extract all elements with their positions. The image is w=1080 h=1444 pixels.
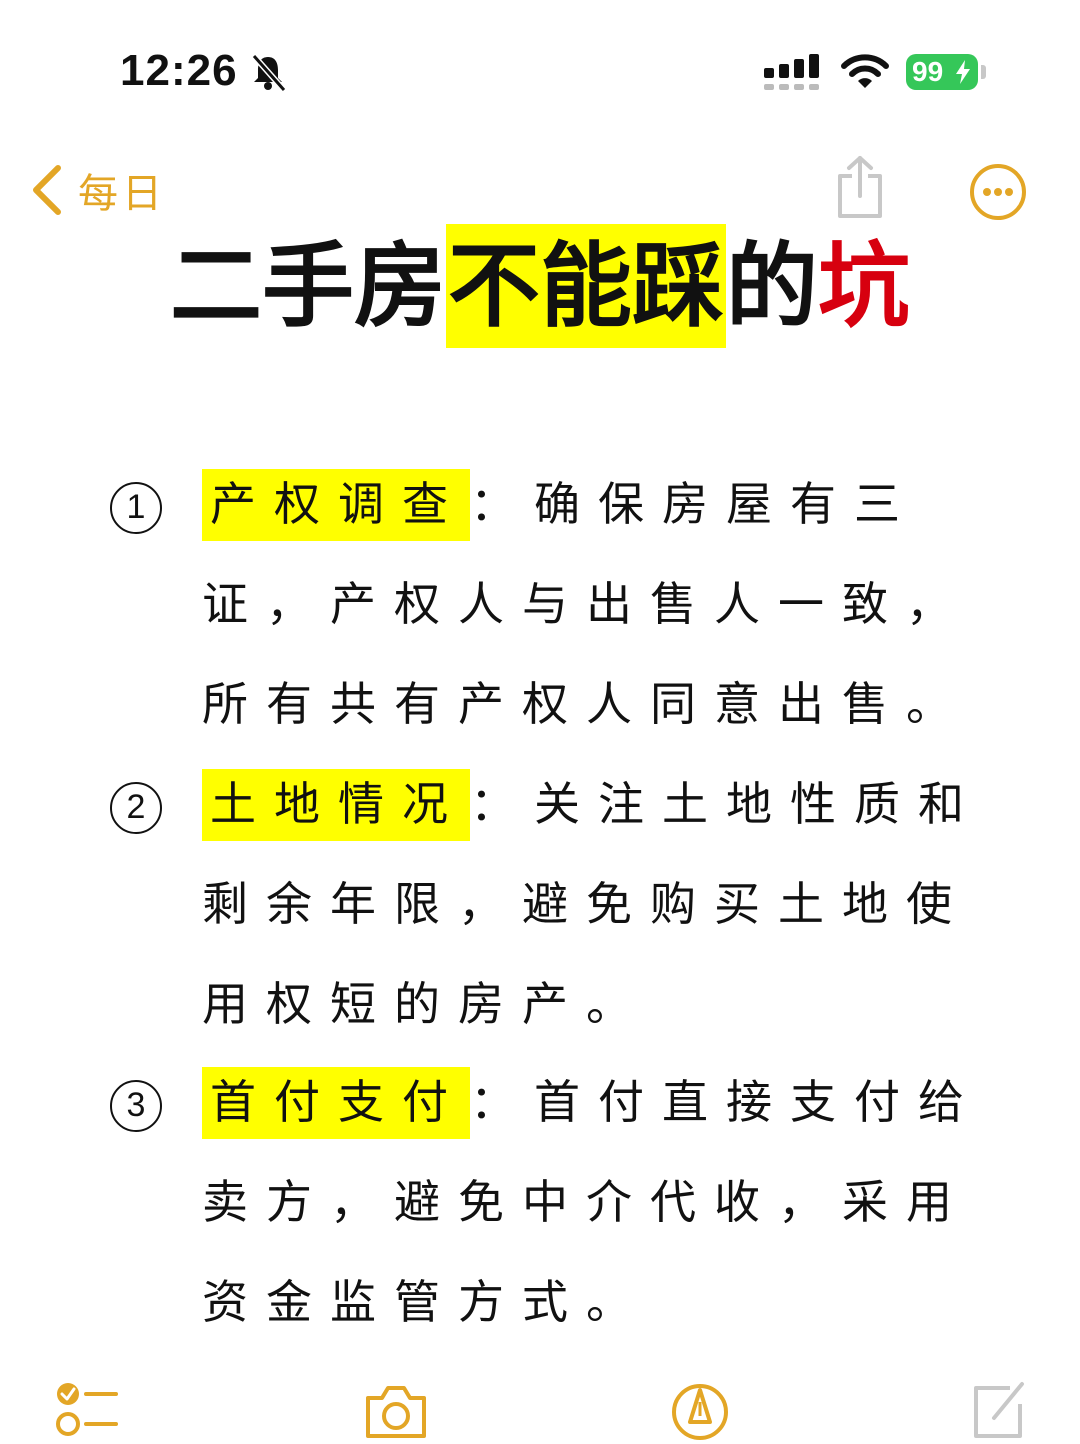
back-button-label: 每日 — [78, 171, 166, 217]
markup-pen-icon[interactable] — [670, 1378, 730, 1442]
notes-page: 12:26 99 每日 二手房不能踩的坑 1 产权调查：确保房屋有三证，产权人与… — [0, 0, 1080, 1444]
more-options-icon[interactable] — [968, 162, 1028, 222]
item-separator: ： — [470, 777, 534, 831]
item-key-highlight: 产权调查 — [202, 469, 470, 541]
camera-icon[interactable] — [362, 1378, 430, 1442]
battery-indicator: 99 — [906, 54, 978, 90]
bell-slash-icon — [251, 54, 287, 92]
item-separator: ： — [470, 1075, 534, 1129]
title-part-3: 的 — [726, 232, 819, 340]
item-key-highlight: 土地情况 — [202, 769, 470, 841]
chevron-left-icon — [33, 165, 61, 215]
title-red-word: 坑 — [818, 232, 911, 340]
item-body: 首付支付：首付直接支付给卖方，避免中介代收，采用资金监管方式。 — [202, 1052, 992, 1352]
title-part-1: 二手房 — [169, 232, 446, 340]
item-separator: ： — [470, 477, 534, 531]
battery-level: 99 — [912, 56, 944, 87]
item-number-badge: 2 — [110, 782, 162, 834]
item-body: 土地情况：关注土地性质和剩余年限，避免购买土地使用权短的房产。 — [202, 754, 992, 1054]
note-title: 二手房不能踩的坑 — [0, 224, 1080, 348]
title-highlight: 不能踩 — [445, 224, 726, 348]
share-icon[interactable] — [834, 154, 886, 220]
wifi-icon — [841, 54, 889, 88]
item-body: 产权调查：确保房屋有三证，产权人与出售人一致，所有共有产权人同意出售。 — [202, 454, 992, 754]
status-time: 12:26 — [120, 46, 238, 95]
back-button[interactable]: 每日 — [30, 160, 166, 220]
item-number-badge: 1 — [110, 482, 162, 534]
item-number-badge: 3 — [110, 1080, 162, 1132]
item-key-highlight: 首付支付 — [202, 1067, 470, 1139]
charging-bolt-icon — [956, 60, 970, 84]
battery-tip — [981, 65, 986, 79]
cellular-signal-icon — [764, 54, 819, 90]
checklist-icon[interactable] — [54, 1378, 120, 1442]
compose-icon[interactable] — [970, 1378, 1030, 1442]
